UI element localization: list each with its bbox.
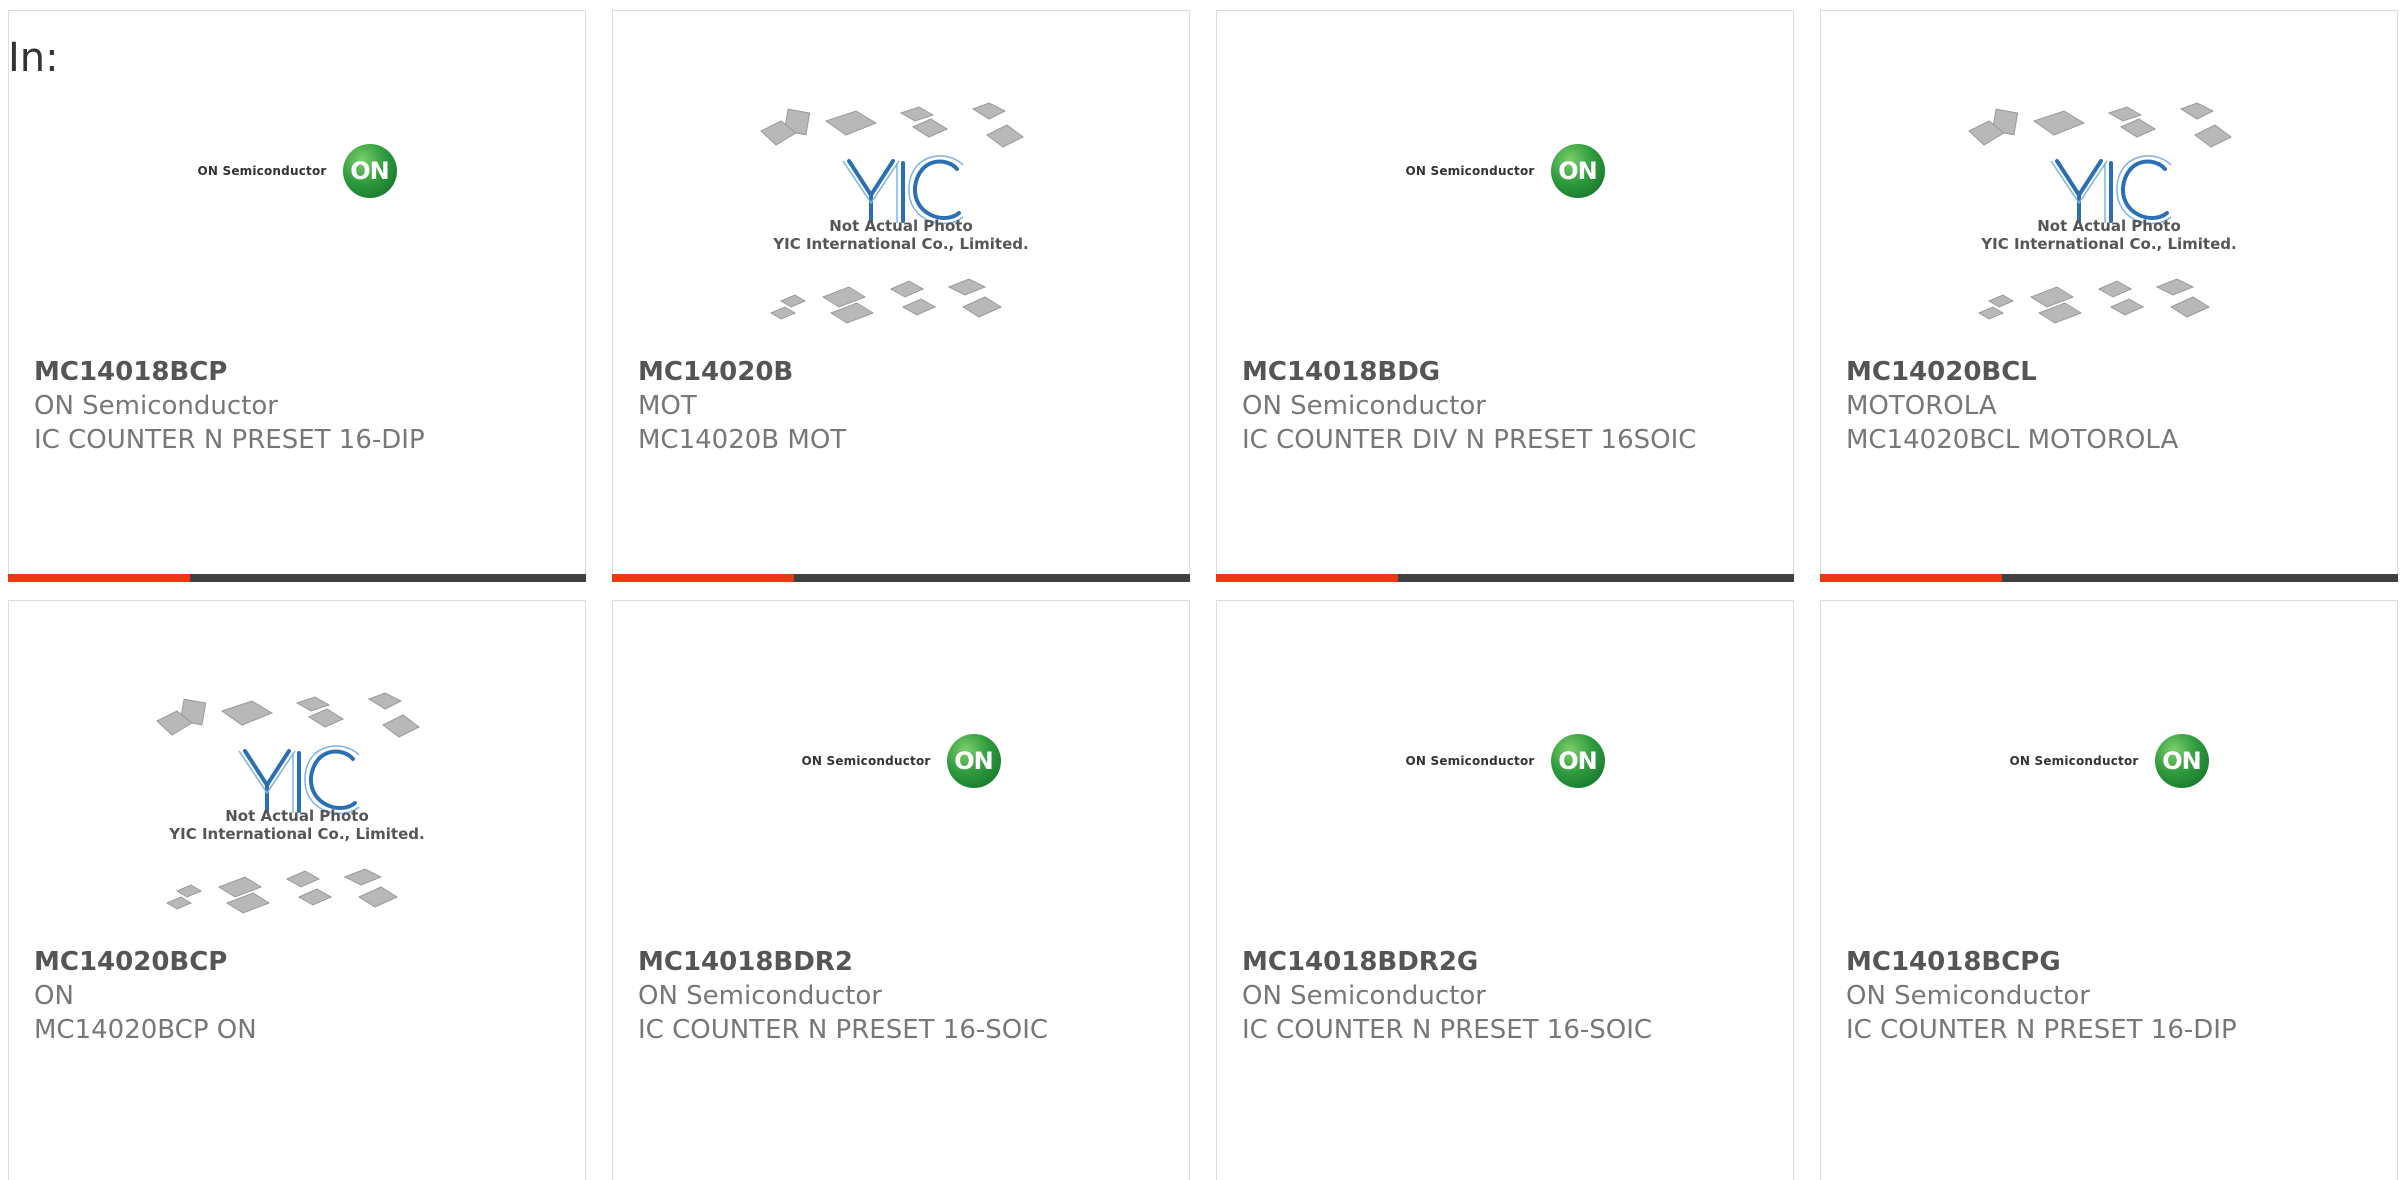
on-semiconductor-logo: ON Semiconductor ON bbox=[1405, 144, 1605, 198]
product-thumbnail[interactable]: ON Semiconductor ON bbox=[1821, 651, 2397, 941]
product-card[interactable]: ON Semiconductor ON MC14018BDG ON Semicon… bbox=[1216, 10, 1794, 582]
manufacturer-name: ON Semiconductor bbox=[1846, 981, 2090, 1011]
on-badge-icon: ON bbox=[946, 734, 1001, 788]
card-footer-bar bbox=[612, 574, 1190, 582]
part-number-link[interactable]: MC14018BDR2G bbox=[1242, 945, 1773, 979]
product-description: MC14020BCP ON bbox=[34, 1015, 257, 1045]
on-badge-icon: ON bbox=[1550, 144, 1605, 198]
chip-packages-icon bbox=[156, 692, 420, 914]
on-semiconductor-wordmark: ON Semiconductor bbox=[197, 164, 327, 178]
product-thumbnail[interactable]: ON Semiconductor ON bbox=[1217, 61, 1793, 351]
manufacturer-name: MOT bbox=[638, 391, 697, 421]
product-thumbnail[interactable]: Not Actual Photo YIC International Co., … bbox=[9, 651, 585, 941]
card-footer-bar bbox=[8, 574, 586, 582]
manufacturer-name: ON Semiconductor bbox=[1242, 981, 1486, 1011]
product-thumbnail[interactable]: Not Actual Photo YIC International Co., … bbox=[1821, 61, 2397, 351]
yic-placeholder-image: Not Actual Photo YIC International Co., … bbox=[751, 91, 1051, 331]
part-number-link[interactable]: MC14020B bbox=[638, 355, 1169, 389]
product-description: IC COUNTER N PRESET 16-DIP bbox=[1846, 1015, 2237, 1045]
part-number-link[interactable]: MC14020BCL bbox=[1846, 355, 2377, 389]
part-number-link[interactable]: MC14018BDR2 bbox=[638, 945, 1169, 979]
filter-label: In: bbox=[8, 35, 59, 81]
card-accent-strip bbox=[1216, 574, 1398, 582]
yic-placeholder-image: Not Actual Photo YIC International Co., … bbox=[147, 681, 447, 921]
product-thumbnail[interactable]: ON Semiconductor ON bbox=[9, 61, 585, 351]
on-semiconductor-logo: ON Semiconductor ON bbox=[1405, 734, 1605, 788]
product-description: IC COUNTER N PRESET 16-SOIC bbox=[1242, 1015, 1653, 1045]
product-info: MC14018BDG ON Semiconductor IC COUNTER DIV… bbox=[1242, 355, 1773, 457]
manufacturer-name: ON Semiconductor bbox=[34, 391, 278, 421]
on-badge-icon: ON bbox=[342, 144, 397, 198]
yic-caption-line2: YIC International Co., Limited. bbox=[773, 235, 1029, 253]
part-number-link[interactable]: MC14020BCP bbox=[34, 945, 565, 979]
on-semiconductor-wordmark: ON Semiconductor bbox=[2009, 754, 2139, 768]
product-thumbnail[interactable]: ON Semiconductor ON bbox=[613, 651, 1189, 941]
part-number-link[interactable]: MC14018BDG bbox=[1242, 355, 1773, 389]
on-semiconductor-logo: ON Semiconductor ON bbox=[2009, 734, 2209, 788]
card-accent-strip bbox=[1820, 574, 2002, 582]
card-accent-strip bbox=[8, 574, 190, 582]
product-info: MC14018BDR2G ON Semiconductor IC COUNTER N… bbox=[1242, 945, 1773, 1047]
yic-caption-line1: Not Actual Photo bbox=[829, 217, 973, 235]
product-description: IC COUNTER N PRESET 16-SOIC bbox=[638, 1015, 1049, 1045]
product-card[interactable]: ON Semiconductor ON MC14018BCPG ON Semico… bbox=[1820, 600, 2398, 1180]
product-description: IC COUNTER N PRESET 16-DIP bbox=[34, 425, 425, 455]
product-info: MC14020BCP ON MC14020BCP ON bbox=[34, 945, 565, 1047]
part-number-link[interactable]: MC14018BCPG bbox=[1846, 945, 2377, 979]
yic-caption-line2: YIC International Co., Limited. bbox=[169, 825, 425, 843]
yic-placeholder-image: Not Actual Photo YIC International Co., … bbox=[1959, 91, 2259, 331]
product-info: MC14020BCL MOTOROLA MC14020BCL MOTOROLA bbox=[1846, 355, 2377, 457]
product-info: MC14018BDR2 ON Semiconductor IC COUNTER N … bbox=[638, 945, 1169, 1047]
part-number-link[interactable]: MC14018BCP bbox=[34, 355, 565, 389]
yic-caption: Not Actual Photo YIC International Co., … bbox=[751, 217, 1051, 253]
product-card[interactable]: ON Semiconductor ON MC14018BCP ON Semicon… bbox=[8, 10, 586, 582]
yic-caption: Not Actual Photo YIC International Co., … bbox=[147, 807, 447, 843]
product-info: MC14020B MOT MC14020B MOT bbox=[638, 355, 1169, 457]
product-thumbnail[interactable]: ON Semiconductor ON bbox=[1217, 651, 1793, 941]
product-card[interactable]: ON Semiconductor ON MC14018BDR2 ON Semico… bbox=[612, 600, 1190, 1180]
product-info: MC14018BCPG ON Semiconductor IC COUNTER N … bbox=[1846, 945, 2377, 1047]
product-card[interactable]: Not Actual Photo YIC International Co., … bbox=[612, 10, 1190, 582]
card-accent-strip bbox=[612, 574, 794, 582]
chip-packages-icon bbox=[1968, 102, 2232, 324]
yic-caption: Not Actual Photo YIC International Co., … bbox=[1959, 217, 2259, 253]
on-semiconductor-wordmark: ON Semiconductor bbox=[801, 754, 931, 768]
on-badge-icon: ON bbox=[1550, 734, 1605, 788]
product-description: IC COUNTER DIV N PRESET 16SOIC bbox=[1242, 425, 1697, 455]
on-semiconductor-logo: ON Semiconductor ON bbox=[197, 144, 397, 198]
product-info: MC14018BCP ON Semiconductor IC COUNTER N P… bbox=[34, 355, 565, 457]
on-semiconductor-logo: ON Semiconductor ON bbox=[801, 734, 1001, 788]
card-footer-bar bbox=[1820, 574, 2398, 582]
manufacturer-name: MOTOROLA bbox=[1846, 391, 1997, 421]
card-footer-bar bbox=[1216, 574, 1794, 582]
product-thumbnail[interactable]: Not Actual Photo YIC International Co., … bbox=[613, 61, 1189, 351]
on-semiconductor-wordmark: ON Semiconductor bbox=[1405, 754, 1535, 768]
on-badge-icon: ON bbox=[2154, 734, 2209, 788]
product-grid: ON Semiconductor ON MC14018BCP ON Semicon… bbox=[8, 10, 2400, 1180]
yic-caption-line1: Not Actual Photo bbox=[2037, 217, 2181, 235]
yic-caption-line1: Not Actual Photo bbox=[225, 807, 369, 825]
on-semiconductor-wordmark: ON Semiconductor bbox=[1405, 164, 1535, 178]
manufacturer-name: ON bbox=[34, 981, 74, 1011]
yic-caption-line2: YIC International Co., Limited. bbox=[1981, 235, 2237, 253]
chip-packages-icon bbox=[760, 102, 1024, 324]
product-card[interactable]: Not Actual Photo YIC International Co., … bbox=[1820, 10, 2398, 582]
manufacturer-name: ON Semiconductor bbox=[638, 981, 882, 1011]
product-card[interactable]: Not Actual Photo YIC International Co., … bbox=[8, 600, 586, 1180]
product-description: MC14020B MOT bbox=[638, 425, 847, 455]
manufacturer-name: ON Semiconductor bbox=[1242, 391, 1486, 421]
product-description: MC14020BCL MOTOROLA bbox=[1846, 425, 2179, 455]
product-card[interactable]: ON Semiconductor ON MC14018BDR2G ON Semic… bbox=[1216, 600, 1794, 1180]
